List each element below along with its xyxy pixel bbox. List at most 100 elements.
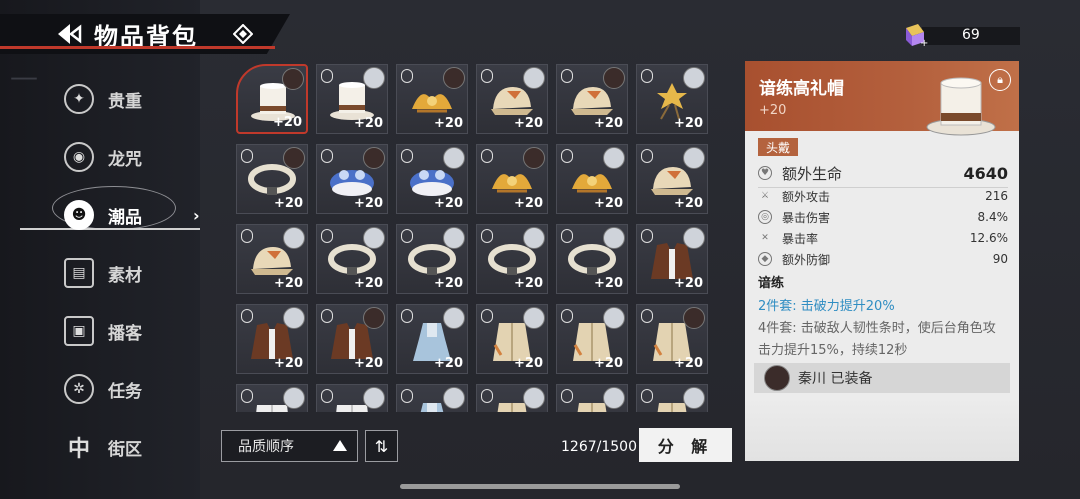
inventory-item[interactable]: +20 (636, 384, 708, 412)
main-stat-value: 4640 (963, 163, 1008, 183)
character-avatar (443, 227, 465, 249)
svg-text:+: + (920, 38, 928, 48)
sort-order-toggle[interactable]: ⇅ (365, 430, 398, 462)
lock-icon (481, 229, 493, 243)
sidebar-item-podcast[interactable]: ▣ 播客 (60, 302, 210, 360)
inventory-item[interactable]: +20 (556, 64, 628, 134)
info-diamond-icon[interactable] (232, 23, 254, 45)
inventory-item[interactable]: +20 (556, 384, 628, 412)
sidebar-item-label: 任务 (108, 381, 142, 402)
lock-icon (321, 389, 333, 403)
sidebar-item-valuables[interactable]: ✦ 贵重 (60, 70, 210, 128)
lock-icon (481, 389, 493, 403)
inventory-item[interactable]: +20 (236, 304, 308, 374)
item-level-label: +20 (273, 115, 302, 130)
equipped-by-label: 秦川 已装备 (798, 371, 873, 387)
sidebar-item-fashion[interactable]: ☻ 潮品 › (60, 186, 210, 244)
character-avatar (603, 307, 625, 329)
inventory-item[interactable]: +20 (316, 64, 388, 134)
heart-shield-icon: ♥ (758, 166, 772, 180)
lock-icon (321, 309, 333, 323)
inventory-item[interactable]: +20 (476, 384, 548, 412)
inventory-item[interactable]: +20 (316, 384, 388, 412)
inventory-item[interactable]: +20 (236, 224, 308, 294)
inventory-item[interactable]: +20 (636, 304, 708, 374)
inventory-item[interactable]: +20 (316, 224, 388, 294)
inventory-item[interactable]: +20 (636, 64, 708, 134)
lock-icon (401, 229, 413, 243)
character-avatar (603, 227, 625, 249)
dismantle-button[interactable]: 分 解 (639, 428, 732, 462)
inventory-item[interactable]: +20 (636, 144, 708, 214)
item-grid: +20 +20 +20 +20 +20 +20 +20 +20 +20 +20 +20 +20 +20 +… (236, 64, 716, 412)
item-level-label: +20 (274, 196, 303, 211)
inventory-item[interactable]: +20 (316, 304, 388, 374)
slot-tag: 头戴 (758, 138, 798, 156)
inventory-item[interactable]: +20 (476, 224, 548, 294)
set-bonus-2: 2件套: 击破力提升20% (758, 299, 895, 314)
category-sidebar: ✦ 贵重 ◉ 龙咒 ☻ 潮品 › ▤ 素材 ▣ 播客 ✲ 任务 中 街区 (60, 70, 210, 476)
lock-icon (641, 389, 653, 403)
character-avatar (683, 387, 705, 409)
sword-icon: ⚔ (760, 191, 770, 201)
sidebar-item-materials[interactable]: ▤ 素材 (60, 244, 210, 302)
lock-icon (561, 389, 573, 403)
stat-row: ◎ 暴击伤害 8.4% (758, 207, 1008, 227)
inventory-item[interactable]: +20 (396, 304, 468, 374)
lock-icon (481, 149, 493, 163)
stat-value: 90 (992, 252, 1008, 266)
inventory-item[interactable]: +20 (236, 64, 308, 134)
tape-icon: ▣ (64, 316, 94, 346)
district-icon: 中 (67, 437, 90, 462)
fashion-icon: ☻ (64, 200, 94, 230)
home-indicator[interactable] (400, 484, 680, 489)
avatar (764, 365, 790, 391)
inventory-item[interactable]: +20 (396, 64, 468, 134)
inventory-item[interactable]: +20 (476, 144, 548, 214)
lock-icon (641, 69, 653, 83)
character-avatar (363, 307, 385, 329)
inventory-item[interactable]: +20 (556, 304, 628, 374)
character-avatar (443, 307, 465, 329)
character-avatar (603, 67, 625, 89)
inventory-item[interactable]: +20 (396, 224, 468, 294)
item-level-label: +20 (354, 196, 383, 211)
inventory-item[interactable]: +20 (236, 384, 308, 412)
character-avatar (283, 147, 305, 169)
inventory-item[interactable]: +20 (476, 304, 548, 374)
shield-icon: ◆ (758, 252, 772, 266)
character-avatar (443, 147, 465, 169)
item-level-label: +20 (594, 276, 623, 291)
inventory-item[interactable]: +20 (636, 224, 708, 294)
main-stat-label: 额外生命 (782, 164, 843, 183)
stat-value: 216 (985, 189, 1008, 203)
stat-row: ⚔ 额外攻击 216 (758, 186, 1008, 206)
inventory-item[interactable]: +20 (556, 144, 628, 214)
lock-icon (401, 149, 413, 163)
lock-icon (561, 69, 573, 83)
inventory-item[interactable]: +20 (236, 144, 308, 214)
back-arrow-icon (58, 24, 82, 44)
stat-row: ◆ 额外防御 90 (758, 249, 1008, 269)
set-name: 谙练 (758, 276, 785, 291)
lock-icon (321, 229, 333, 243)
lock-icon[interactable]: 🔒︎ (989, 69, 1011, 91)
inventory-item[interactable]: +20 (316, 144, 388, 214)
sidebar-item-dragon-curse[interactable]: ◉ 龙咒 (60, 128, 210, 186)
character-avatar (603, 147, 625, 169)
sort-dropdown[interactable]: 品质顺序 (221, 430, 358, 462)
character-avatar (363, 387, 385, 409)
inventory-item[interactable]: +20 (556, 224, 628, 294)
sidebar-item-label: 龙咒 (108, 149, 142, 170)
sidebar-item-district[interactable]: 中 街区 (60, 418, 210, 476)
currency-display[interactable]: + 69 (902, 24, 1020, 48)
inventory-item[interactable]: +20 (396, 144, 468, 214)
sidebar-item-tasks[interactable]: ✲ 任务 (60, 360, 210, 418)
inventory-item[interactable]: +20 (396, 384, 468, 412)
chevron-right-icon: › (193, 205, 200, 225)
character-avatar (282, 68, 304, 90)
lock-icon (321, 69, 333, 83)
character-avatar (363, 67, 385, 89)
inventory-item[interactable]: +20 (476, 64, 548, 134)
gem-currency-icon: + (906, 24, 928, 48)
